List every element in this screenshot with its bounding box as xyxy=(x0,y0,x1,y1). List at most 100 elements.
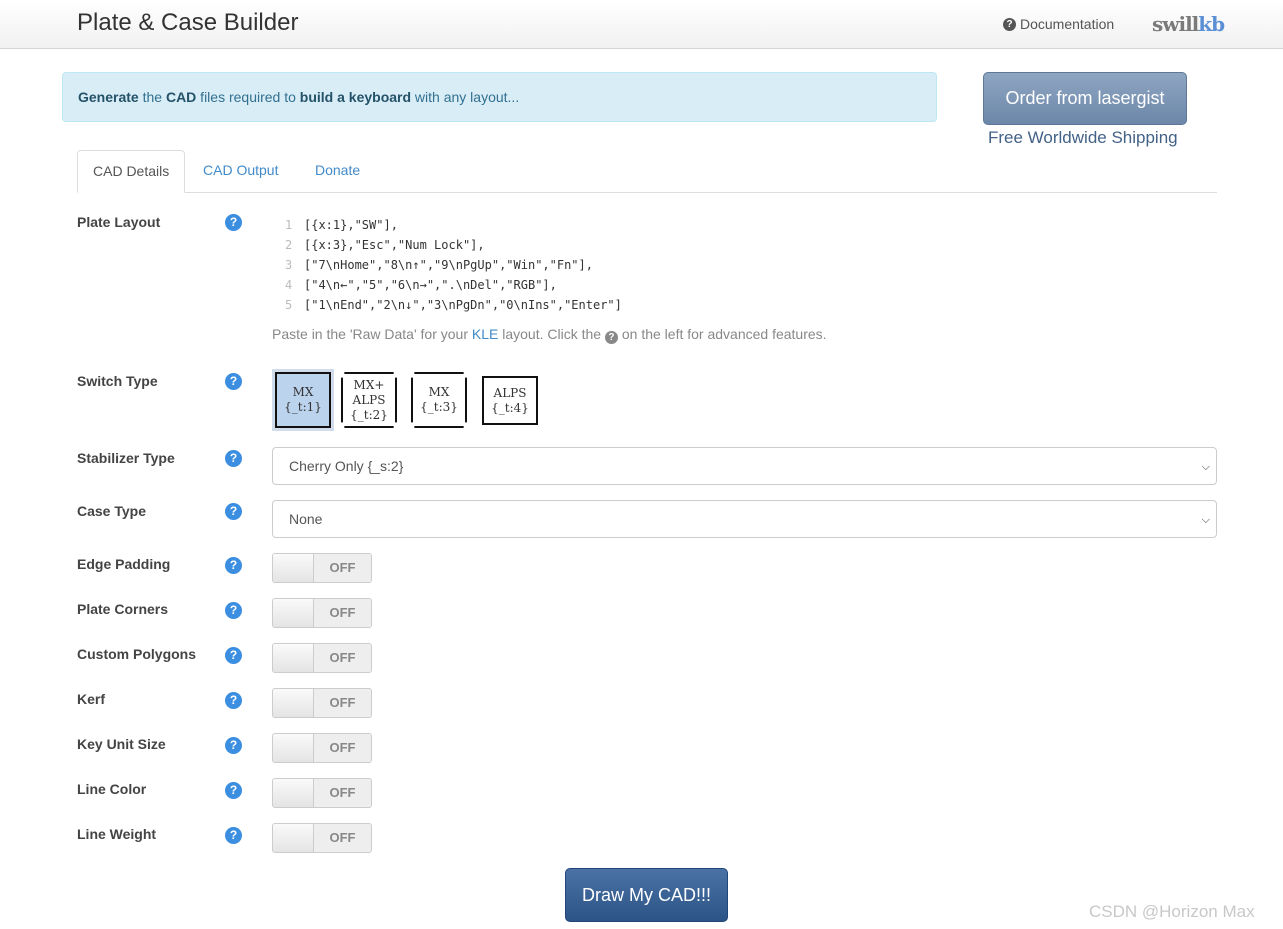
shipping-note: Free Worldwide Shipping xyxy=(988,128,1178,147)
toggle-state: OFF xyxy=(314,824,371,852)
plate-layout-hint: Paste in the 'Raw Data' for your KLE lay… xyxy=(272,326,827,344)
switch-type-label: Switch Type xyxy=(77,373,158,389)
help-icon[interactable]: ? xyxy=(225,647,242,664)
switch-option-mx-alps[interactable]: MX+ ALPS {_t:2} xyxy=(341,372,397,428)
help-icon[interactable]: ? xyxy=(225,214,242,231)
toggle-switch[interactable]: OFF xyxy=(272,823,372,853)
toggle-switch[interactable]: OFF xyxy=(272,733,372,763)
help-icon[interactable]: ? xyxy=(225,557,242,574)
stabilizer-type-value: Cherry Only {_s:2} xyxy=(289,458,404,474)
code-text: ["4\n←","5","6\n→",".\nDel","RGB"], xyxy=(304,278,557,292)
documentation-link[interactable]: ? Documentation xyxy=(1003,16,1114,32)
tab-bar: CAD Details CAD Output Donate xyxy=(77,150,1217,193)
info-alert: Generate the CAD files required to build… xyxy=(62,72,937,122)
hint-text-1: Paste in the 'Raw Data' for your xyxy=(272,326,472,342)
tab-cad-details[interactable]: CAD Details xyxy=(77,150,186,193)
toggle-state: OFF xyxy=(314,734,371,762)
hint-text-2: layout. Click the xyxy=(498,326,605,342)
navbar: Plate & Case Builder ? Documentation swi… xyxy=(0,0,1283,49)
code-text: ["7\nHome","8\n↑","9\nPgUp","Win","Fn"], xyxy=(304,258,593,272)
swillkb-logo[interactable]: swillkb xyxy=(1152,12,1225,36)
code-line: 4 ["4\n←","5","6\n→",".\nDel","RGB"], xyxy=(285,275,622,295)
toggle-label: Key Unit Size xyxy=(77,736,166,752)
tab-donate[interactable]: Donate xyxy=(300,150,375,191)
stabilizer-type-label: Stabilizer Type xyxy=(77,450,175,466)
switch-option-line: ALPS xyxy=(352,392,386,407)
toggle-label: Custom Polygons xyxy=(77,646,197,662)
code-text: ["1\nEnd","2\n↓","3\nPgDn","0\nIns","Ent… xyxy=(304,298,622,312)
switch-option-code: {_t:2} xyxy=(350,407,388,422)
switch-option-line: MX xyxy=(292,385,314,399)
alert-word-build: build a keyboard xyxy=(299,89,412,105)
toggle-switch[interactable]: OFF xyxy=(272,688,372,718)
order-lasergist-button[interactable]: Order from lasergist xyxy=(983,72,1187,125)
documentation-label: Documentation xyxy=(1020,16,1115,32)
alert-text-1: the xyxy=(138,89,166,105)
hint-text-3: on the left for advanced features. xyxy=(617,326,827,342)
toggle-state: OFF xyxy=(314,599,371,627)
case-type-label: Case Type xyxy=(77,503,146,519)
code-line: 1 [{x:1},"SW"], xyxy=(285,215,622,235)
switch-option-code: {_t:1} xyxy=(284,400,322,414)
toggle-state: OFF xyxy=(314,644,371,672)
toggle-switch[interactable]: OFF xyxy=(272,778,372,808)
switch-option-line: ALPS xyxy=(493,385,527,400)
logo-part2: kb xyxy=(1198,12,1225,36)
help-icon[interactable]: ? xyxy=(225,373,242,390)
app-title[interactable]: Plate & Case Builder xyxy=(77,9,298,37)
alert-text-3: with any layout... xyxy=(411,89,520,105)
help-icon[interactable]: ? xyxy=(225,503,242,520)
question-circle-icon: ? xyxy=(1003,17,1016,31)
switch-option-code: {_t:3} xyxy=(420,400,458,414)
line-number: 4 xyxy=(285,278,293,292)
code-line: 5 ["1\nEnd","2\n↓","3\nPgDn","0\nIns","En… xyxy=(285,295,622,315)
draw-cad-button[interactable]: Draw My CAD!!! xyxy=(565,868,728,922)
line-number: 5 xyxy=(285,298,293,312)
stabilizer-type-select[interactable]: Cherry Only {_s:2} ⌵ xyxy=(272,447,1217,485)
alert-word-cad: CAD xyxy=(165,89,197,105)
line-number: 3 xyxy=(285,258,293,272)
code-text: [{x:1},"SW"], xyxy=(304,218,398,232)
toggle-knob xyxy=(273,779,314,807)
logo-part1: swill xyxy=(1152,12,1199,36)
help-icon[interactable]: ? xyxy=(225,602,242,619)
switch-option-alps[interactable]: ALPS {_t:4} xyxy=(482,376,538,425)
toggle-label: Line Weight xyxy=(77,826,157,842)
toggle-switch[interactable]: OFF xyxy=(272,598,372,628)
help-icon[interactable]: ? xyxy=(225,827,242,844)
toggle-label: Plate Corners xyxy=(77,601,169,617)
code-line: 2 [{x:3},"Esc","Num Lock"], xyxy=(285,235,622,255)
help-icon[interactable]: ? xyxy=(225,692,242,709)
toggle-label: Edge Padding xyxy=(77,556,171,572)
switch-option-code: {_t:4} xyxy=(491,400,529,415)
toggle-knob xyxy=(273,824,314,852)
plate-layout-label: Plate Layout xyxy=(77,214,161,230)
toggle-knob xyxy=(273,644,314,672)
toggle-knob xyxy=(273,689,314,717)
toggle-label: Kerf xyxy=(77,691,106,707)
help-icon[interactable]: ? xyxy=(225,737,242,754)
switch-option-mx[interactable]: MX {_t:1} xyxy=(275,372,331,428)
watermark: CSDN @Horizon Max xyxy=(1089,902,1255,921)
question-circle-icon: ? xyxy=(604,331,618,344)
toggle-switch[interactable]: OFF xyxy=(272,643,372,673)
help-icon[interactable]: ? xyxy=(225,450,242,467)
kle-link[interactable]: KLE xyxy=(472,326,498,342)
chevron-down-icon: ⌵ xyxy=(1201,514,1210,526)
line-number: 1 xyxy=(285,218,293,232)
help-icon[interactable]: ? xyxy=(225,782,242,799)
code-line: 3 ["7\nHome","8\n↑","9\nPgUp","Win","Fn"]… xyxy=(285,255,622,275)
case-type-select[interactable]: None ⌵ xyxy=(272,500,1217,538)
plate-layout-editor[interactable]: 1 [{x:1},"SW"], 2 [{x:3},"Esc","Num Lock"],… xyxy=(285,215,622,315)
toggle-state: OFF xyxy=(314,554,371,582)
alert-word-generate: Generate xyxy=(78,89,139,105)
toggle-switch[interactable]: OFF xyxy=(272,553,372,583)
toggle-knob xyxy=(273,599,314,627)
toggle-label: Line Color xyxy=(77,781,147,797)
toggle-knob xyxy=(273,734,314,762)
toggle-knob xyxy=(273,554,314,582)
tab-cad-output[interactable]: CAD Output xyxy=(188,150,293,191)
toggle-state: OFF xyxy=(314,779,371,807)
switch-option-mx-openable[interactable]: MX {_t:3} xyxy=(411,372,467,428)
chevron-down-icon: ⌵ xyxy=(1201,461,1210,473)
